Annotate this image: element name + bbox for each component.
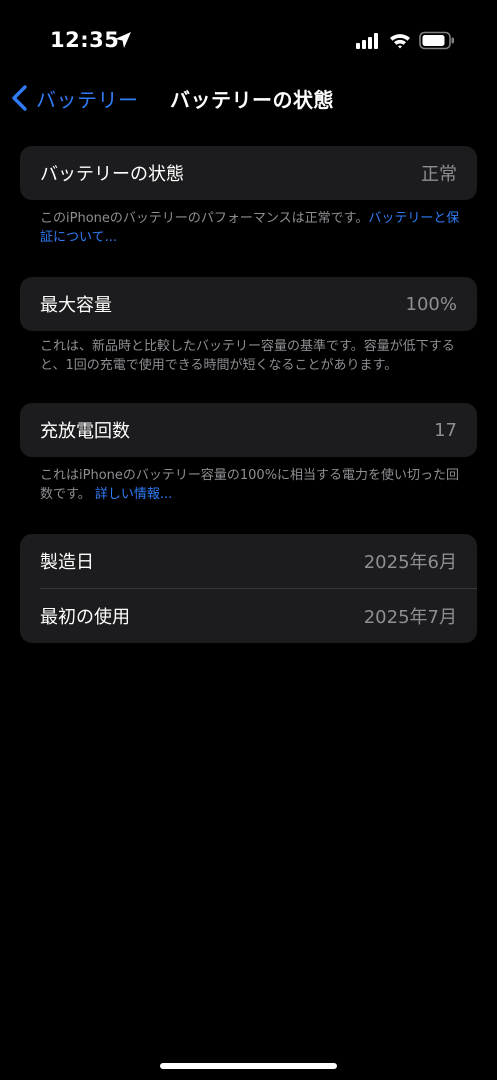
learn-more-link[interactable]: 詳しい情報...: [95, 487, 172, 502]
maximum-capacity-footnote: これは、新品時と比較したバッテリー容量の基準です。容量が低下すると、1回の充電で…: [40, 339, 455, 373]
location-arrow-icon: [115, 32, 131, 48]
manufacture-date-row: 製造日 2025年6月: [20, 534, 477, 588]
cycle-count-row: 充放電回数 17: [20, 403, 477, 457]
maximum-capacity-row: 最大容量 100%: [20, 277, 477, 331]
cycle-count-card: 充放電回数 17: [20, 403, 477, 457]
cycle-count-footnote: これはiPhoneのバッテリー容量の100%に相当する電力を使い切った回数です。…: [40, 466, 465, 504]
first-use-label: 最初の使用: [40, 607, 130, 628]
maximum-capacity-label: 最大容量: [40, 295, 112, 316]
manufacture-date-label: 製造日: [40, 552, 94, 573]
cellular-signal-icon: [356, 33, 378, 49]
home-indicator[interactable]: [160, 1063, 337, 1069]
dates-card: 製造日 2025年6月 最初の使用 2025年7月: [20, 534, 477, 643]
maximum-capacity-value: 100%: [405, 293, 457, 315]
maximum-capacity-card: 最大容量 100%: [20, 277, 477, 331]
status-time: 12:35: [50, 28, 120, 52]
chevron-left-icon: [12, 85, 27, 111]
back-button-label: バッテリー: [36, 87, 139, 112]
page-title: バッテリーの状態: [170, 88, 334, 112]
battery-icon: [419, 31, 454, 50]
battery-health-label: バッテリーの状態: [40, 164, 184, 185]
status-bar: 12:35: [0, 0, 497, 80]
battery-health-row: バッテリーの状態 正常: [20, 146, 477, 200]
cycle-count-label: 充放電回数: [40, 421, 130, 442]
first-use-value: 2025年7月: [363, 607, 457, 628]
battery-health-card: バッテリーの状態 正常: [20, 146, 477, 200]
battery-health-footnote: このiPhoneのバッテリーのパフォーマンスは正常です。バッテリーと保証について…: [40, 209, 465, 247]
wifi-icon: [390, 34, 410, 49]
battery-health-footnote-text: このiPhoneのバッテリーのパフォーマンスは正常です。: [40, 211, 369, 226]
cycle-count-value: 17: [434, 419, 457, 441]
first-use-row: 最初の使用 2025年7月: [20, 589, 477, 643]
battery-health-value: 正常: [421, 164, 457, 185]
manufacture-date-value: 2025年6月: [363, 552, 457, 573]
back-button[interactable]: バッテリー: [8, 80, 139, 116]
